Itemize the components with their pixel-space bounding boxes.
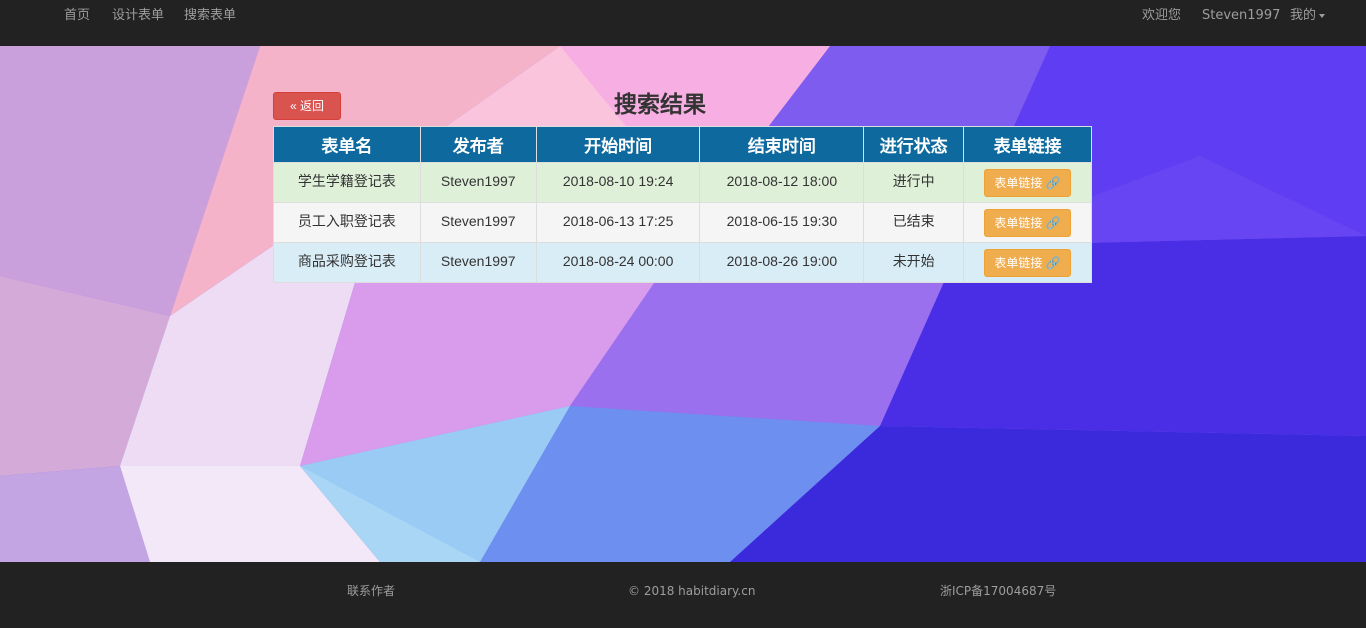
header-form-name: 表单名 (273, 126, 421, 163)
footer-icp-link[interactable]: 浙ICP备17004687号 (940, 583, 1056, 599)
cell-form-link: 表单链接 🔗 (963, 242, 1092, 283)
cell-form-link: 表单链接 🔗 (963, 162, 1092, 203)
page-title: 搜索结果 (614, 92, 706, 118)
form-link-button[interactable]: 表单链接 🔗 (984, 249, 1071, 277)
header-start-time: 开始时间 (535, 126, 701, 163)
form-link-label: 表单链接 (994, 256, 1043, 270)
cell-form-name: 商品采购登记表 (273, 242, 421, 283)
cell-status: 进行中 (863, 162, 965, 203)
form-link-button[interactable]: 表单链接 🔗 (984, 169, 1071, 197)
caret-down-icon (1319, 13, 1326, 18)
cell-end-time: 2018-06-15 19:30 (699, 202, 865, 243)
nav-welcome-text: 欢迎您 (1142, 8, 1182, 23)
header-end-time: 结束时间 (699, 126, 865, 163)
header-status: 进行状态 (863, 126, 965, 163)
footer-copyright: © 2018 habitdiary.cn (628, 584, 756, 598)
nav-mine-label: 我的 (1290, 8, 1317, 23)
form-link-label: 表单链接 (994, 176, 1043, 190)
cell-publisher: Steven1997 (419, 162, 537, 203)
link-icon: 🔗 (1045, 256, 1061, 270)
table-row: 员工入职登记表 Steven1997 2018-06-13 17:25 2018… (273, 202, 1092, 243)
background-banner (0, 46, 1366, 562)
footer-contact-link[interactable]: 联系作者 (347, 583, 395, 599)
form-link-label: 表单链接 (994, 216, 1043, 230)
cell-form-link: 表单链接 🔗 (963, 202, 1092, 243)
link-icon: 🔗 (1045, 176, 1061, 190)
nav-home-link[interactable]: 首页 (64, 8, 90, 24)
back-button[interactable]: « 返回 (273, 92, 341, 120)
top-navbar: 首页 设计表单 搜索表单 欢迎您 Steven1997 我的 (0, 0, 1366, 47)
link-icon: 🔗 (1045, 216, 1061, 230)
nav-search-form-link[interactable]: 搜索表单 (184, 8, 236, 24)
table-header-row: 表单名 发布者 开始时间 结束时间 进行状态 表单链接 (273, 126, 1092, 163)
header-publisher: 发布者 (419, 126, 537, 163)
cell-publisher: Steven1997 (419, 202, 537, 243)
cell-end-time: 2018-08-26 19:00 (699, 242, 865, 283)
cell-start-time: 2018-08-24 00:00 (535, 242, 701, 283)
cell-status: 未开始 (863, 242, 965, 283)
cell-form-name: 学生学籍登记表 (273, 162, 421, 203)
lowpoly-background (0, 46, 1366, 562)
table-row: 商品采购登记表 Steven1997 2018-08-24 00:00 2018… (273, 242, 1092, 283)
cell-start-time: 2018-06-13 17:25 (535, 202, 701, 243)
cell-form-name: 员工入职登记表 (273, 202, 421, 243)
nav-mine-dropdown[interactable]: 我的 (1290, 8, 1326, 24)
nav-design-form-link[interactable]: 设计表单 (112, 8, 164, 24)
page-footer: 联系作者 © 2018 habitdiary.cn 浙ICP备17004687号 (0, 562, 1366, 628)
search-results-table: 表单名 发布者 开始时间 结束时间 进行状态 表单链接 学生学籍登记表 Stev… (273, 126, 1092, 283)
header-form-link: 表单链接 (963, 126, 1092, 163)
nav-username-link[interactable]: Steven1997 (1202, 8, 1280, 24)
cell-end-time: 2018-08-12 18:00 (699, 162, 865, 203)
form-link-button[interactable]: 表单链接 🔗 (984, 209, 1071, 237)
table-row: 学生学籍登记表 Steven1997 2018-08-10 19:24 2018… (273, 162, 1092, 203)
cell-start-time: 2018-08-10 19:24 (535, 162, 701, 203)
cell-status: 已结束 (863, 202, 965, 243)
cell-publisher: Steven1997 (419, 242, 537, 283)
